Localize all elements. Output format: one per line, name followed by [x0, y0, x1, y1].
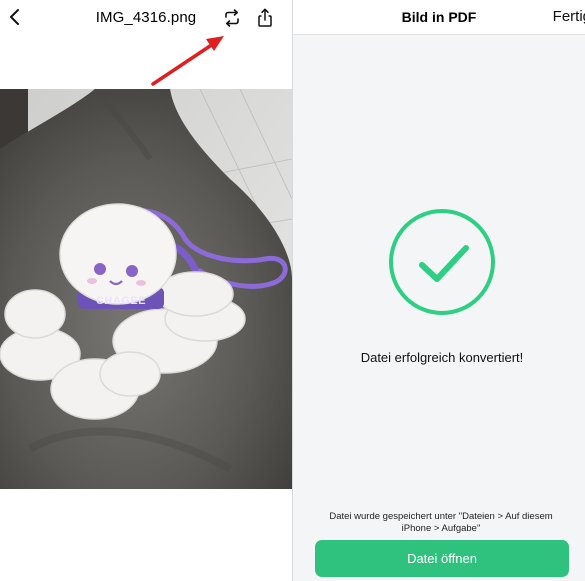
share-icon [258, 8, 272, 27]
convert-arrows-icon [225, 9, 239, 27]
share-button[interactable] [255, 7, 275, 29]
keychain-text: CHAGEE [96, 295, 146, 307]
success-message: Datei erfolgreich konvertiert! [360, 350, 524, 365]
saved-location-info: Datei wurde gespeichert unter "Dateien >… [329, 511, 553, 534]
right-header: Bild in PDF Fertig [293, 0, 585, 35]
convert-button[interactable] [222, 8, 242, 28]
red-arrow-annotation [151, 36, 224, 86]
cat-keychain-photo[interactable]: CHAGEE [0, 89, 292, 489]
page-title: Bild in PDF [401, 9, 477, 25]
open-file-button[interactable]: Datei öffnen [315, 540, 569, 577]
conversion-result-panel: Bild in PDF Fertig Datei erfolgreich kon… [293, 0, 585, 581]
success-circle [389, 209, 495, 315]
checkmark-circle-icon [419, 245, 469, 282]
done-button[interactable]: Fertig [553, 8, 585, 25]
image-preview-panel: IMG_4316.png CHAGEE [0, 0, 292, 581]
file-name-title: IMG_4316.png [95, 9, 197, 26]
